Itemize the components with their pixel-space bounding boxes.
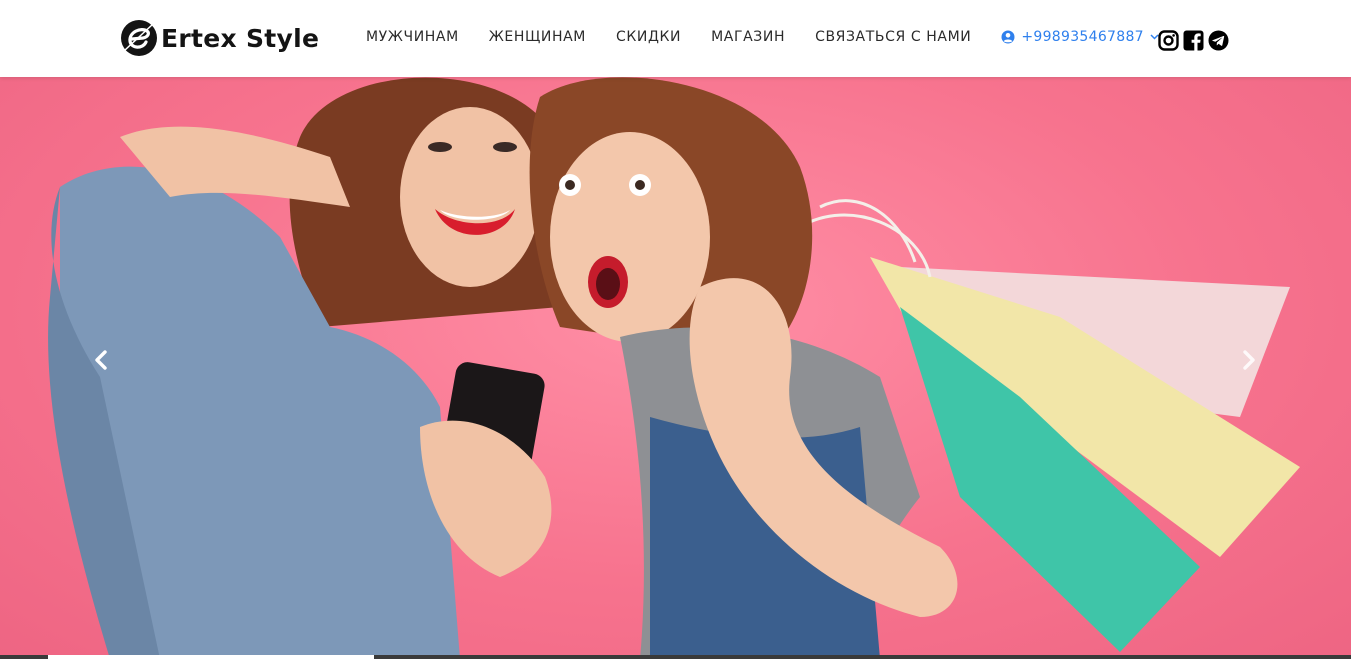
facebook-link[interactable]	[1183, 30, 1204, 51]
nav-item-women[interactable]: ЖЕНЩИНАМ	[489, 29, 586, 45]
brand-logo[interactable]: Ertex Style	[119, 17, 319, 59]
telegram-icon	[1208, 30, 1229, 51]
left-woman-illustration	[48, 77, 574, 659]
slider-prev-button[interactable]	[88, 347, 114, 373]
letter-e-logo-icon	[121, 20, 157, 56]
slider-progress-fill	[48, 655, 374, 659]
instagram-icon	[1158, 30, 1179, 51]
brand-name: Ertex Style	[161, 23, 320, 53]
account-phone: +998935467887	[1021, 29, 1144, 45]
account-dropdown[interactable]: +998935467887	[1001, 29, 1159, 45]
nav-item-shop[interactable]: МАГАЗИН	[711, 29, 785, 45]
chevron-left-icon	[95, 350, 107, 370]
social-links	[1158, 30, 1233, 51]
facebook-icon	[1183, 30, 1204, 51]
telegram-link[interactable]	[1208, 30, 1229, 51]
nav-item-contact[interactable]: СВЯЗАТЬСЯ С НАМИ	[815, 29, 971, 45]
nav-item-men[interactable]: МУЖЧИНАМ	[366, 29, 459, 45]
slider-next-button[interactable]	[1236, 347, 1262, 373]
user-circle-icon	[1001, 30, 1015, 44]
site-header: Ertex Style МУЖЧИНАМ ЖЕНЩИНАМ СКИДКИ МАГ…	[0, 0, 1351, 77]
hero-image	[48, 77, 1300, 659]
slider-progress-bar	[0, 655, 1351, 659]
nav-item-sale[interactable]: СКИДКИ	[616, 29, 681, 45]
instagram-link[interactable]	[1158, 30, 1179, 51]
hero-slider[interactable]	[0, 77, 1351, 659]
main-nav: МУЖЧИНАМ ЖЕНЩИНАМ СКИДКИ МАГАЗИН СВЯЗАТЬ…	[366, 29, 1159, 45]
right-woman-illustration	[529, 77, 958, 659]
chevron-right-icon	[1243, 350, 1255, 370]
